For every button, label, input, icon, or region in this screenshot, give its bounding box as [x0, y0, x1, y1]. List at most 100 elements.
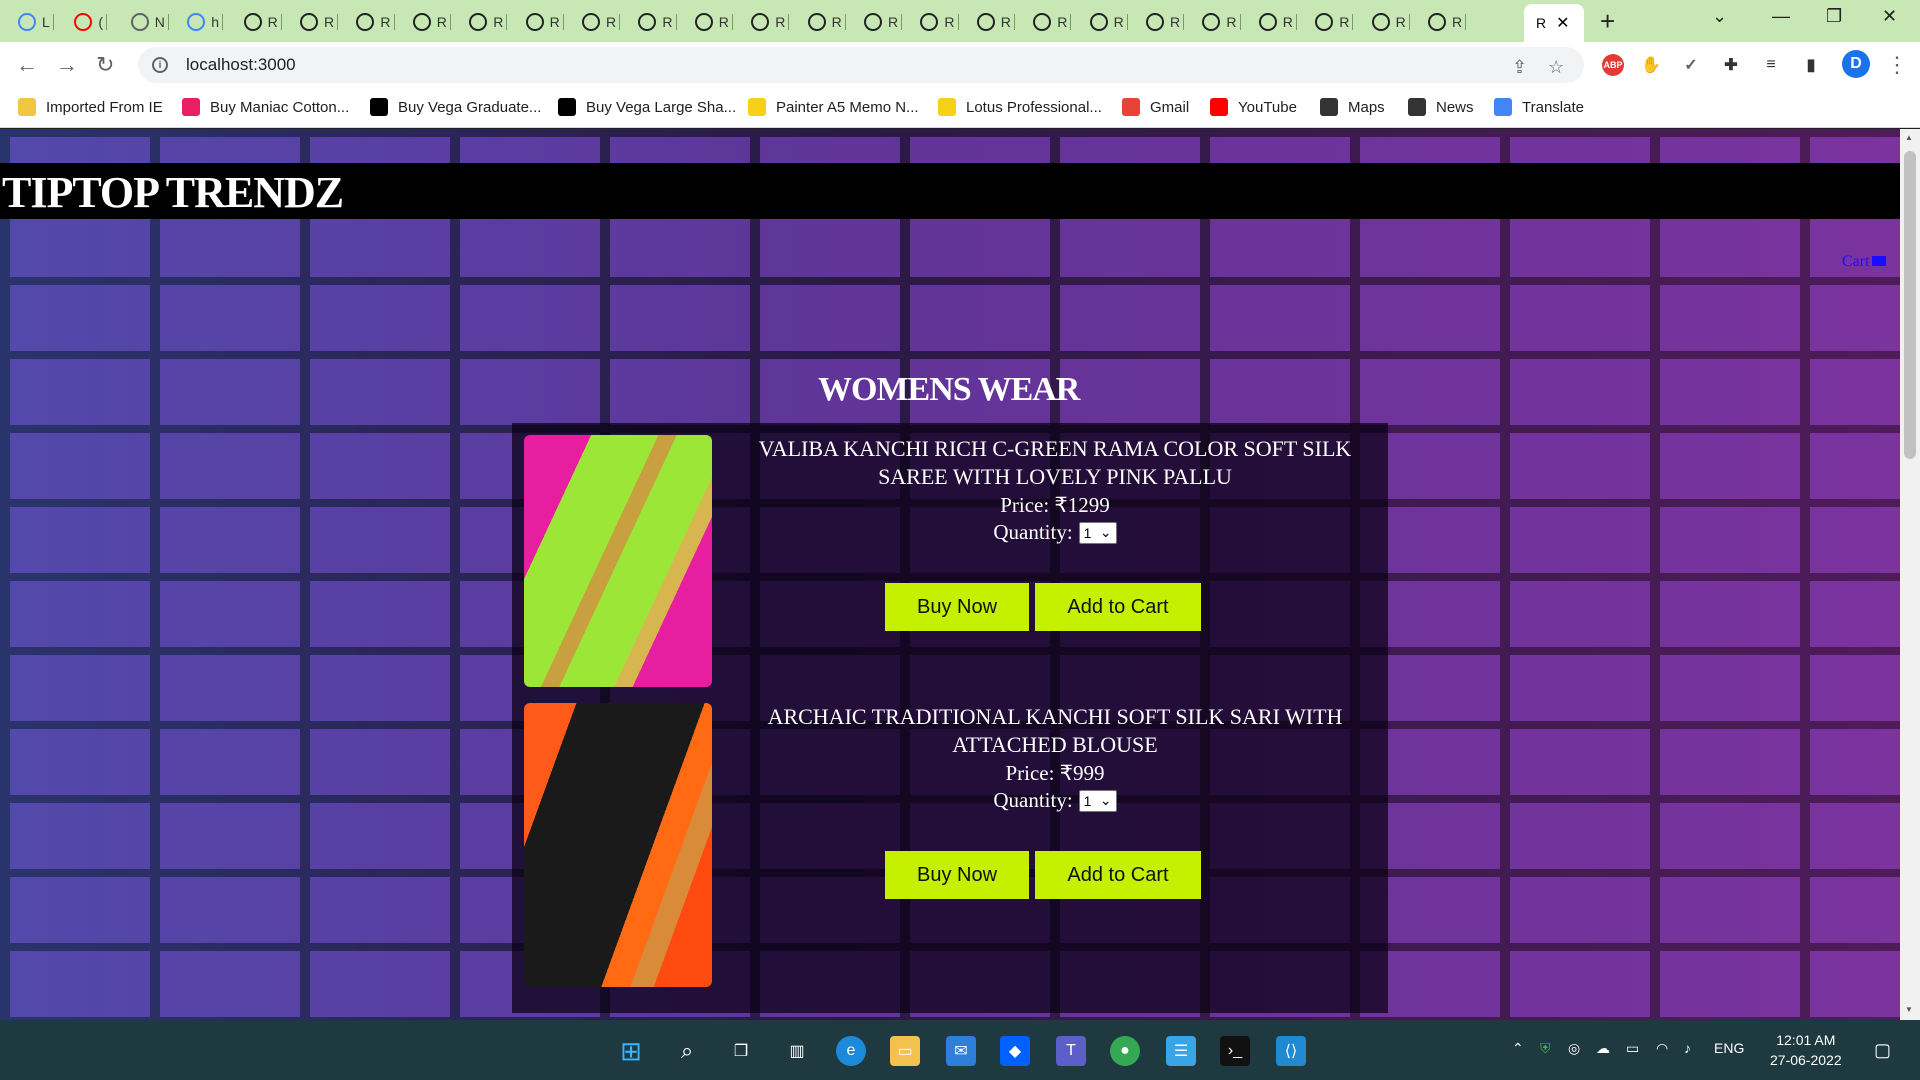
browser-tab[interactable]: R	[582, 8, 621, 36]
start-windows-icon[interactable]: ⊞	[616, 1036, 646, 1066]
product-image[interactable]	[524, 703, 712, 987]
bookmark-item[interactable]: YouTube	[1210, 98, 1297, 116]
browser-tab[interactable]: R	[1033, 8, 1072, 36]
bookmark-item[interactable]: Lotus Professional...	[938, 98, 1102, 116]
notepad-icon[interactable]: ☰	[1166, 1036, 1196, 1066]
edge-icon[interactable]: e	[836, 1036, 866, 1066]
bookmark-item[interactable]: Painter A5 Memo N...	[748, 98, 919, 116]
bookmark-item[interactable]: Imported From IE	[18, 98, 163, 116]
volume-icon[interactable]: ♪	[1684, 1040, 1691, 1056]
terminal-icon[interactable]: ›_	[1220, 1036, 1250, 1066]
browser-tab[interactable]: R	[1315, 8, 1354, 36]
task-view-icon[interactable]: ❒	[726, 1036, 756, 1066]
reload-icon[interactable]: ↻	[96, 52, 114, 78]
browser-tab[interactable]: R	[469, 8, 508, 36]
close-tab-icon[interactable]: ✕	[1556, 13, 1569, 33]
check-extension-icon[interactable]: ✓	[1680, 54, 1702, 76]
quantity-select[interactable]: 1 ⌄	[1078, 789, 1117, 812]
forward-icon[interactable]: →	[56, 52, 78, 78]
browser-tab[interactable]: R	[1146, 8, 1185, 36]
site-info-icon[interactable]: i	[152, 57, 168, 73]
buy-now-button[interactable]: Buy Now	[885, 583, 1029, 631]
chevron-up-icon[interactable]: ⌃	[1512, 1040, 1524, 1057]
browser-tab[interactable]: R	[356, 8, 395, 36]
browser-tab[interactable]: R	[864, 8, 903, 36]
browser-tab[interactable]: L	[18, 8, 54, 36]
notification-icon[interactable]: ▢	[1874, 1040, 1891, 1061]
tab-label: R	[267, 14, 278, 30]
scroll-down-icon[interactable]: ▼	[1905, 1005, 1913, 1014]
add-to-cart-button[interactable]: Add to Cart	[1035, 583, 1201, 631]
scroll-thumb[interactable]	[1904, 151, 1916, 459]
browser-tab[interactable]: R	[1258, 8, 1297, 36]
bookmark-item[interactable]: Buy Vega Large Sha...	[558, 98, 736, 116]
browser-tab[interactable]: R	[1202, 8, 1241, 36]
file-explorer-icon[interactable]: ▭	[890, 1036, 920, 1066]
chrome-icon[interactable]: ●	[1110, 1036, 1140, 1066]
bookmark-item[interactable]: Gmail	[1122, 98, 1189, 116]
close-window-button[interactable]: ✕	[1882, 6, 1897, 27]
scroll-up-icon[interactable]: ▲	[1905, 133, 1913, 142]
browser-tab[interactable]: R	[1428, 8, 1467, 36]
restore-button[interactable]: ❐	[1826, 6, 1842, 27]
browser-tab[interactable]: (	[74, 8, 108, 36]
bookmark-item[interactable]: News	[1408, 98, 1474, 116]
menu-kebab-icon[interactable]: ⋮	[1886, 52, 1908, 78]
extension-hand-icon[interactable]: ✋	[1640, 54, 1662, 76]
dropbox-icon[interactable]: ◆	[1000, 1036, 1030, 1066]
gmail-icon	[1122, 98, 1140, 116]
browser-tab[interactable]: N	[130, 8, 169, 36]
language-indicator[interactable]: ENG	[1714, 1040, 1744, 1056]
browser-tab[interactable]: R	[412, 8, 451, 36]
media-queue-icon[interactable]: ≡	[1760, 54, 1782, 76]
teams-tray-icon[interactable]: ◎	[1568, 1040, 1580, 1057]
search-icon[interactable]: ⌕	[672, 1036, 702, 1066]
browser-tab[interactable]: R	[1371, 8, 1410, 36]
bookmark-star-icon[interactable]: ☆	[1548, 57, 1564, 78]
mail-icon[interactable]: ✉	[946, 1036, 976, 1066]
profile-avatar[interactable]: D	[1842, 50, 1870, 78]
tab-favicon-icon	[1033, 13, 1052, 31]
browser-tab[interactable]: R	[638, 8, 677, 36]
bookmark-item[interactable]: Buy Vega Graduate...	[370, 98, 541, 116]
quantity-select[interactable]: 1 ⌄	[1078, 521, 1117, 544]
back-icon[interactable]: ←	[16, 52, 38, 78]
tab-active[interactable]: R ✕	[1524, 4, 1584, 42]
add-to-cart-button[interactable]: Add to Cart	[1035, 851, 1201, 899]
browser-tab[interactable]: R	[751, 8, 790, 36]
onedrive-icon[interactable]: ☁	[1596, 1040, 1610, 1057]
widgets-icon[interactable]: ▥	[782, 1036, 812, 1066]
bookmark-item[interactable]: Buy Maniac Cotton...	[182, 98, 349, 116]
adblock-icon[interactable]: ABP	[1602, 54, 1624, 76]
wifi-icon[interactable]: ◠	[1656, 1040, 1668, 1057]
brand-logo[interactable]: TIPTOP TRENDZ	[2, 167, 344, 218]
browser-tab[interactable]: R	[243, 8, 282, 36]
browser-tab[interactable]: R	[807, 8, 846, 36]
buy-now-button[interactable]: Buy Now	[885, 851, 1029, 899]
page-scrollbar[interactable]: ▲ ▼	[1900, 129, 1920, 1020]
new-tab-button[interactable]: +	[1600, 6, 1615, 37]
minimize-button[interactable]: —	[1772, 6, 1790, 27]
browser-tab[interactable]: h	[187, 8, 223, 36]
clock[interactable]: 12:01 AM 27-06-2022	[1770, 1030, 1842, 1070]
battery-icon[interactable]: ▭	[1626, 1040, 1639, 1057]
security-shield-icon[interactable]: ⛨	[1540, 1040, 1551, 1057]
vscode-icon[interactable]: ⟨⟩	[1276, 1036, 1306, 1066]
address-bar[interactable]: i localhost:3000 ⇪ ☆	[138, 47, 1584, 83]
tab-search-icon[interactable]: ⌄	[1712, 6, 1727, 27]
side-panel-icon[interactable]: ▮	[1800, 54, 1822, 76]
browser-tab[interactable]: R	[525, 8, 564, 36]
product-image[interactable]	[524, 435, 712, 687]
teams-icon[interactable]: T	[1056, 1036, 1086, 1066]
share-icon[interactable]: ⇪	[1512, 57, 1527, 78]
tab-label: R	[1170, 14, 1181, 30]
browser-tab[interactable]: R	[694, 8, 733, 36]
browser-tab[interactable]: R	[920, 8, 959, 36]
browser-tab[interactable]: R	[976, 8, 1015, 36]
browser-tab[interactable]: R	[1089, 8, 1128, 36]
browser-tab[interactable]: R	[300, 8, 339, 36]
cart-link[interactable]: Cart	[1842, 253, 1886, 271]
bookmark-item[interactable]: Translate	[1494, 98, 1584, 116]
bookmark-item[interactable]: Maps	[1320, 98, 1385, 116]
extensions-puzzle-icon[interactable]: ✚	[1720, 54, 1742, 76]
